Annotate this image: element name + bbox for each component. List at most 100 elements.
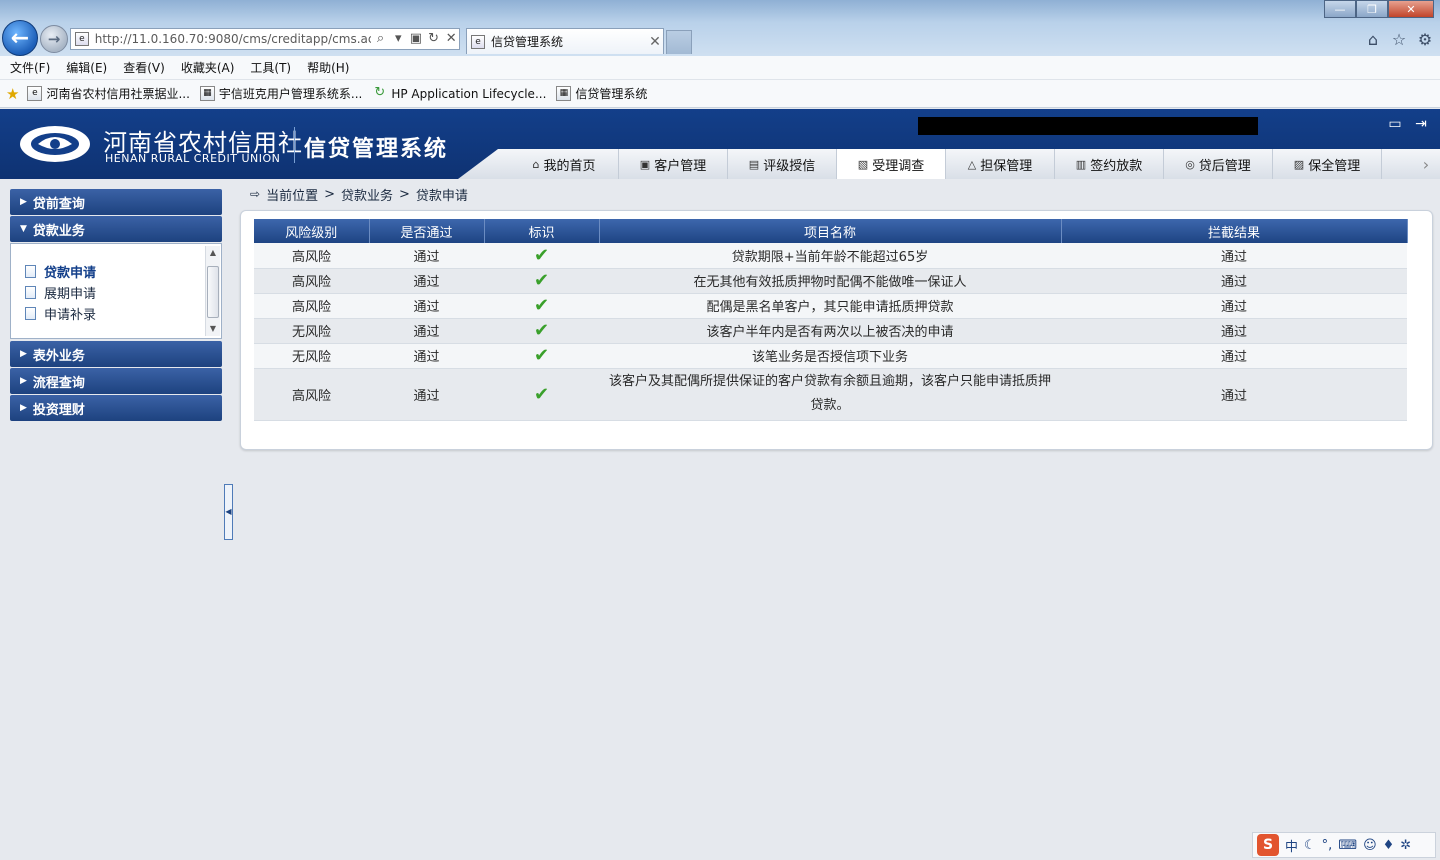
tab-preserve[interactable]: ▨ 保全管理: [1273, 149, 1382, 179]
favorites-star-icon[interactable]: ☆: [1390, 30, 1408, 49]
tab-rating[interactable]: ▤ 评级授信: [728, 149, 837, 179]
monitor-icon[interactable]: ▭: [1386, 115, 1404, 133]
breadcrumb-separator: >: [399, 186, 410, 202]
sidebar-item-supplement[interactable]: 申请补录: [25, 304, 96, 323]
caret-right-icon: ▶: [20, 403, 27, 413]
sidebar-section-investment[interactable]: ▶ 投资理财: [10, 395, 222, 421]
tab-label: 我的首页: [543, 158, 596, 174]
favorite-label: 河南省农村信用社票据业...: [46, 87, 190, 101]
sogou-logo-icon[interactable]: S: [1257, 834, 1279, 856]
tab-survey[interactable]: ▧ 受理调查: [837, 149, 946, 179]
table-row[interactable]: 无风险 通过 ✔ 该客户半年内是否有两次以上被否决的申请 通过: [254, 318, 1407, 344]
tab-guarantee[interactable]: △ 担保管理: [946, 149, 1055, 179]
browser-tab[interactable]: e 信贷管理系统 ✕: [466, 28, 664, 54]
favorite-label: HP Application Lifecycle...: [391, 86, 547, 101]
keyboard-icon[interactable]: ⌨: [1338, 838, 1357, 853]
tab-home[interactable]: ⌂ 我的首页: [510, 149, 619, 179]
punctuation-icon[interactable]: °,: [1322, 838, 1333, 853]
cell-result: 通过: [1061, 293, 1407, 319]
sidebar-item-loan-apply[interactable]: 贷款申请: [25, 262, 96, 281]
table-row[interactable]: 高风险 通过 ✔ 该客户及其配偶所提供保证的客户贷款有余额且逾期，该客户只能申请…: [254, 368, 1407, 421]
compat-icon[interactable]: ▣: [408, 31, 424, 47]
sidebar-section-loan[interactable]: ▼ 贷款业务: [10, 216, 222, 242]
sidebar-section-preloan[interactable]: ▶ 贷前查询: [10, 189, 222, 215]
tab-label: 签约放款: [1090, 158, 1143, 174]
menu-file[interactable]: 文件(F): [10, 59, 50, 76]
postloan-icon: ◎: [1185, 157, 1195, 171]
favorites-star-icon[interactable]: ★: [6, 85, 19, 103]
logout-icon[interactable]: ⇥: [1412, 115, 1430, 133]
checkmark-icon: ✔: [533, 345, 550, 366]
settings-icon[interactable]: ✲: [1400, 838, 1411, 853]
tab-page-icon: e: [471, 34, 485, 49]
moon-icon[interactable]: ☾: [1304, 838, 1316, 853]
table-row[interactable]: 高风险 通过 ✔ 在无其他有效抵质押物时配偶不能做唯一保证人 通过: [254, 268, 1407, 294]
forward-button[interactable]: →: [40, 25, 68, 53]
customer-icon: ▣: [639, 157, 651, 171]
cell-pass: 通过: [369, 343, 484, 369]
gear-icon[interactable]: ⚙: [1416, 30, 1434, 49]
back-button[interactable]: ←: [2, 20, 38, 56]
table-row[interactable]: 高风险 通过 ✔ 贷款期限+当前年龄不能超过65岁 通过: [254, 243, 1407, 269]
breadcrumb-level1[interactable]: 贷款业务: [341, 185, 393, 204]
menu-help[interactable]: 帮助(H): [307, 59, 349, 76]
menu-favorites[interactable]: 收藏夹(A): [181, 59, 235, 76]
dropdown-icon[interactable]: ▾: [390, 31, 406, 47]
stop-icon[interactable]: ✕: [443, 31, 459, 47]
new-tab-button[interactable]: [666, 30, 692, 54]
address-bar[interactable]: e http://11.0.160.70:9080/cms/creditapp/…: [70, 28, 460, 50]
cell-risk: 高风险: [254, 243, 369, 269]
home-icon[interactable]: ⌂: [1364, 30, 1382, 49]
tab-customer[interactable]: ▣ 客户管理: [619, 149, 728, 179]
guarantee-icon: △: [967, 157, 977, 171]
cell-risk: 高风险: [254, 368, 369, 421]
sidebar-item-extension[interactable]: 展期申请: [25, 283, 96, 302]
submenu-scrollbar[interactable]: ▲ ▼: [205, 246, 220, 336]
document-icon: [25, 286, 36, 299]
close-icon[interactable]: ✕: [1388, 0, 1434, 18]
risk-check-table: 风险级别 是否通过 标识 项目名称 拦截结果 高风险 通过 ✔ 贷款期限+当前年…: [254, 219, 1408, 421]
scroll-thumb[interactable]: [207, 266, 219, 318]
table-row[interactable]: 高风险 通过 ✔ 配偶是黑名单客户，其只能申请抵质押贷款 通过: [254, 293, 1407, 319]
tab-label: 客户管理: [654, 158, 707, 174]
favorite-item[interactable]: e 河南省农村信用社票据业...: [27, 85, 190, 102]
chevron-right-icon[interactable]: ›: [1412, 149, 1440, 179]
sidebar-section-process[interactable]: ▶ 流程查询: [10, 368, 222, 394]
page-icon: e: [75, 32, 89, 46]
favorite-item[interactable]: ▦ 宇信班克用户管理系统系...: [199, 85, 362, 102]
minimize-icon[interactable]: —: [1324, 0, 1356, 18]
item-label: 贷款申请: [44, 266, 97, 281]
skin-icon[interactable]: ♦: [1383, 838, 1395, 853]
url-text[interactable]: http://11.0.160.70:9080/cms/creditapp/cm…: [95, 32, 371, 46]
refresh-icon[interactable]: ↻: [426, 31, 442, 47]
tab-postloan[interactable]: ◎ 贷后管理: [1164, 149, 1273, 179]
search-icon[interactable]: ⌕: [373, 31, 389, 47]
table-row[interactable]: 无风险 通过 ✔ 该笔业务是否授信项下业务 通过: [254, 343, 1407, 369]
sidebar-collapse-handle[interactable]: ◀: [224, 484, 233, 540]
logo-english: HENAN RURAL CREDIT UNION: [105, 152, 281, 165]
ime-language[interactable]: 中: [1285, 836, 1298, 855]
caret-right-icon: ▶: [20, 349, 27, 359]
tab-contract[interactable]: ▥ 签约放款: [1055, 149, 1164, 179]
section-label: 表外业务: [32, 348, 85, 364]
favorite-item[interactable]: ▦ 信贷管理系统: [556, 85, 647, 102]
cell-mark: ✔: [484, 318, 599, 344]
refresh-circle-icon: ↻: [374, 85, 386, 100]
redacted-bar: [918, 117, 1258, 135]
maximize-icon[interactable]: ❐: [1356, 0, 1388, 18]
checkmark-icon: ✔: [533, 320, 550, 341]
user-icon[interactable]: ☺: [1363, 838, 1377, 853]
cell-mark: ✔: [484, 293, 599, 319]
sidebar-section-offbalance[interactable]: ▶ 表外业务: [10, 341, 222, 367]
cell-project: 配偶是黑名单客户，其只能申请抵质押贷款: [599, 293, 1061, 319]
scroll-up-icon[interactable]: ▲: [206, 246, 220, 260]
tab-close-icon[interactable]: ✕: [647, 34, 663, 50]
menu-tools[interactable]: 工具(T): [250, 59, 291, 76]
cell-result: 通过: [1061, 368, 1407, 421]
document-icon: [25, 265, 36, 278]
menu-view[interactable]: 查看(V): [123, 59, 165, 76]
scroll-down-icon[interactable]: ▼: [206, 322, 220, 336]
favorite-item[interactable]: ↻ HP Application Lifecycle...: [372, 86, 546, 101]
menu-edit[interactable]: 编辑(E): [66, 59, 107, 76]
ime-toolbar: S 中 ☾ °, ⌨ ☺ ♦ ✲: [1252, 832, 1436, 858]
